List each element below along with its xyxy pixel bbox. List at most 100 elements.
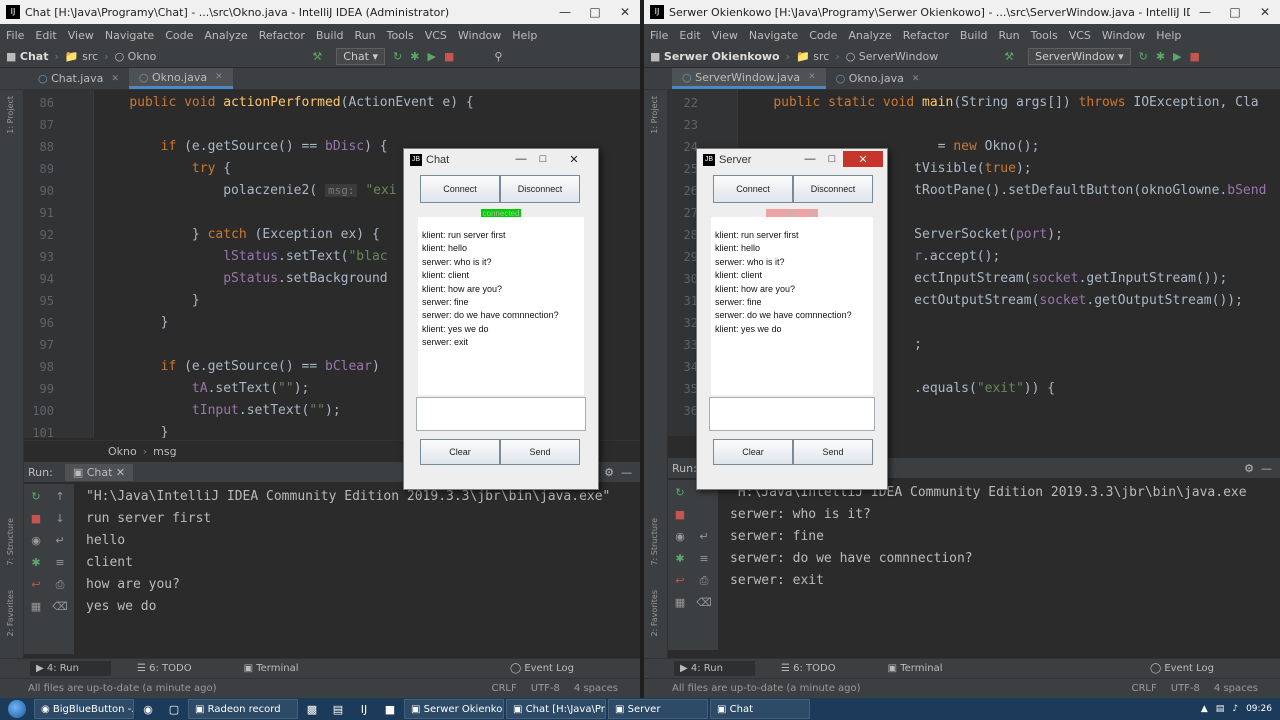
code-text[interactable]: } catch (Exception ex) { — [98, 224, 380, 246]
crumb-method[interactable]: msg — [153, 445, 176, 458]
menu-item-vcs[interactable]: VCS — [1069, 29, 1091, 42]
maximize-icon[interactable]: □ — [580, 0, 610, 24]
debug-icon[interactable]: ✱ — [1156, 50, 1165, 63]
rerun-icon[interactable]: ↻ — [393, 50, 402, 63]
file-crumb[interactable]: ○ ServerWindow — [846, 50, 939, 63]
terminal-tool-button[interactable]: ▣ Terminal — [888, 663, 969, 674]
up-arrow-icon[interactable]: ↑ — [52, 490, 68, 503]
rerun-icon[interactable]: ↻ — [28, 490, 44, 503]
menu-item-run[interactable]: Run — [999, 29, 1020, 42]
tab-serverwindow-java[interactable]: ○ ServerWindow.java ✕ — [672, 68, 826, 89]
camera-icon[interactable]: ◉ — [28, 534, 44, 547]
todo-tool-button[interactable]: ☰ 6: TODO — [137, 663, 218, 674]
stop-icon[interactable]: ■ — [28, 512, 44, 525]
menu-item-tools[interactable]: Tools — [387, 29, 414, 42]
src-crumb[interactable]: 📁 src — [796, 50, 829, 63]
favorites-tool-tab[interactable]: 2: Favorites — [6, 590, 15, 636]
tab-okno-java[interactable]: ○ Okno.java ✕ — [826, 68, 930, 89]
structure-tool-tab[interactable]: 7: Structure — [6, 518, 15, 566]
close-icon[interactable]: ✕ — [554, 151, 594, 167]
clock[interactable]: 09:26 — [1246, 704, 1272, 714]
clear-button[interactable]: Clear — [420, 439, 500, 465]
build-hammer-icon[interactable]: ⚒ — [1004, 50, 1014, 63]
trash-icon[interactable]: ⌫ — [52, 600, 68, 613]
send-button[interactable]: Send — [793, 439, 873, 465]
close-icon[interactable]: ✕ — [610, 0, 640, 24]
code-text[interactable]: } — [98, 290, 200, 312]
file-crumb[interactable]: ○ Okno — [115, 50, 157, 63]
exit-icon[interactable]: ↩ — [28, 578, 44, 591]
line-separator[interactable]: CRLF — [491, 683, 516, 694]
clear-button[interactable]: Clear — [713, 439, 793, 465]
message-area[interactable]: klient: run server first klient: hello ser… — [711, 217, 873, 395]
project-crumb[interactable]: ■ Serwer Okienkowo — [650, 50, 780, 63]
settings-gear-icon[interactable]: ⚙ — [604, 466, 614, 479]
menu-item-help[interactable]: Help — [1156, 29, 1181, 42]
run-config-select[interactable]: ServerWindow ▾ — [1028, 48, 1131, 65]
code-text[interactable]: pStatus.setBackground — [98, 268, 387, 290]
menu-item-edit[interactable]: Edit — [679, 29, 700, 42]
close-icon[interactable]: ✕ — [843, 151, 883, 167]
chat-window-titlebar[interactable]: JB Chat — □ ✕ — [404, 149, 598, 171]
menu-item-file[interactable]: File — [6, 29, 24, 42]
encoding[interactable]: UTF-8 — [1171, 683, 1200, 694]
rerun-icon[interactable]: ↻ — [672, 486, 688, 499]
message-area[interactable]: klient: run server first klient: hello ser… — [418, 217, 584, 395]
favorites-tool-tab[interactable]: 2: Favorites — [650, 590, 659, 636]
server-window-titlebar[interactable]: JB Server — □ ✕ — [697, 149, 887, 171]
wrap-icon[interactable]: ↵ — [696, 530, 712, 543]
menu-item-window[interactable]: Window — [458, 29, 501, 42]
menu-item-build[interactable]: Build — [960, 29, 988, 42]
coverage-icon[interactable]: ▶ — [1173, 50, 1181, 63]
stop-icon[interactable]: ■ — [672, 508, 688, 521]
scroll-end-icon[interactable]: ≡ — [52, 556, 68, 569]
debug-icon[interactable]: ✱ — [672, 552, 688, 565]
build-hammer-icon[interactable]: ⚒ — [312, 50, 322, 63]
disconnect-button[interactable]: Disconnect — [500, 175, 580, 203]
layout-icon[interactable]: ▦ — [28, 600, 44, 613]
settings-gear-icon[interactable]: ⚙ — [1244, 462, 1254, 475]
coverage-icon[interactable]: ▶ — [427, 50, 435, 63]
taskbar-item-chat[interactable]: ▣ Chat — [710, 699, 810, 719]
code-text[interactable]: lStatus.setText("blac — [98, 246, 387, 268]
hide-panel-icon[interactable]: — — [1261, 462, 1272, 475]
menu-item-analyze[interactable]: Analyze — [204, 29, 247, 42]
code-text[interactable]: public void actionPerformed(ActionEvent … — [98, 92, 473, 114]
terminal-tool-button[interactable]: ▣ Terminal — [244, 663, 325, 674]
menu-item-window[interactable]: Window — [1102, 29, 1145, 42]
crumb-class[interactable]: Okno — [108, 445, 137, 458]
menu-item-help[interactable]: Help — [512, 29, 537, 42]
tab-chat-java[interactable]: ○ Chat.java ✕ — [28, 68, 129, 89]
volume-icon[interactable]: ♪ — [1232, 704, 1238, 714]
indent[interactable]: 4 spaces — [1214, 683, 1258, 694]
menu-item-view[interactable]: View — [712, 29, 738, 42]
taskbar-item-bigbluebutton[interactable]: ◉ BigBlueButton -... — [34, 699, 134, 719]
maximize-icon[interactable]: □ — [532, 151, 554, 167]
run-tool-button[interactable]: ▶ 4: Run — [30, 661, 111, 676]
line-separator[interactable]: CRLF — [1131, 683, 1156, 694]
connect-button[interactable]: Connect — [420, 175, 500, 203]
wrap-icon[interactable]: ↵ — [52, 534, 68, 547]
stop-icon[interactable]: ■ — [1190, 50, 1200, 63]
trash-icon[interactable]: ⌫ — [696, 596, 712, 609]
app-icon[interactable]: ■ — [378, 699, 402, 719]
run-console[interactable]: "H:\Java\IntelliJ IDEA Community Edition… — [720, 480, 1280, 650]
exit-icon[interactable]: ↩ — [672, 574, 688, 587]
menu-item-build[interactable]: Build — [316, 29, 344, 42]
message-input[interactable] — [709, 397, 875, 431]
code-text[interactable]: } — [98, 312, 169, 334]
send-button[interactable]: Send — [500, 439, 580, 465]
maximize-icon[interactable]: □ — [821, 151, 843, 167]
minimize-icon[interactable]: — — [550, 0, 580, 24]
todo-tool-button[interactable]: ☰ 6: TODO — [781, 663, 862, 674]
menu-item-refactor[interactable]: Refactor — [259, 29, 305, 42]
code-line[interactable]: 87 — [24, 114, 640, 136]
menu-item-vcs[interactable]: VCS — [425, 29, 447, 42]
menu-item-navigate[interactable]: Navigate — [105, 29, 154, 42]
disconnect-button[interactable]: Disconnect — [793, 175, 873, 203]
menu-item-code[interactable]: Code — [165, 29, 193, 42]
scroll-end-icon[interactable]: ≡ — [696, 552, 712, 565]
start-button[interactable] — [0, 698, 34, 720]
menu-item-analyze[interactable]: Analyze — [848, 29, 891, 42]
menu-item-run[interactable]: Run — [355, 29, 376, 42]
